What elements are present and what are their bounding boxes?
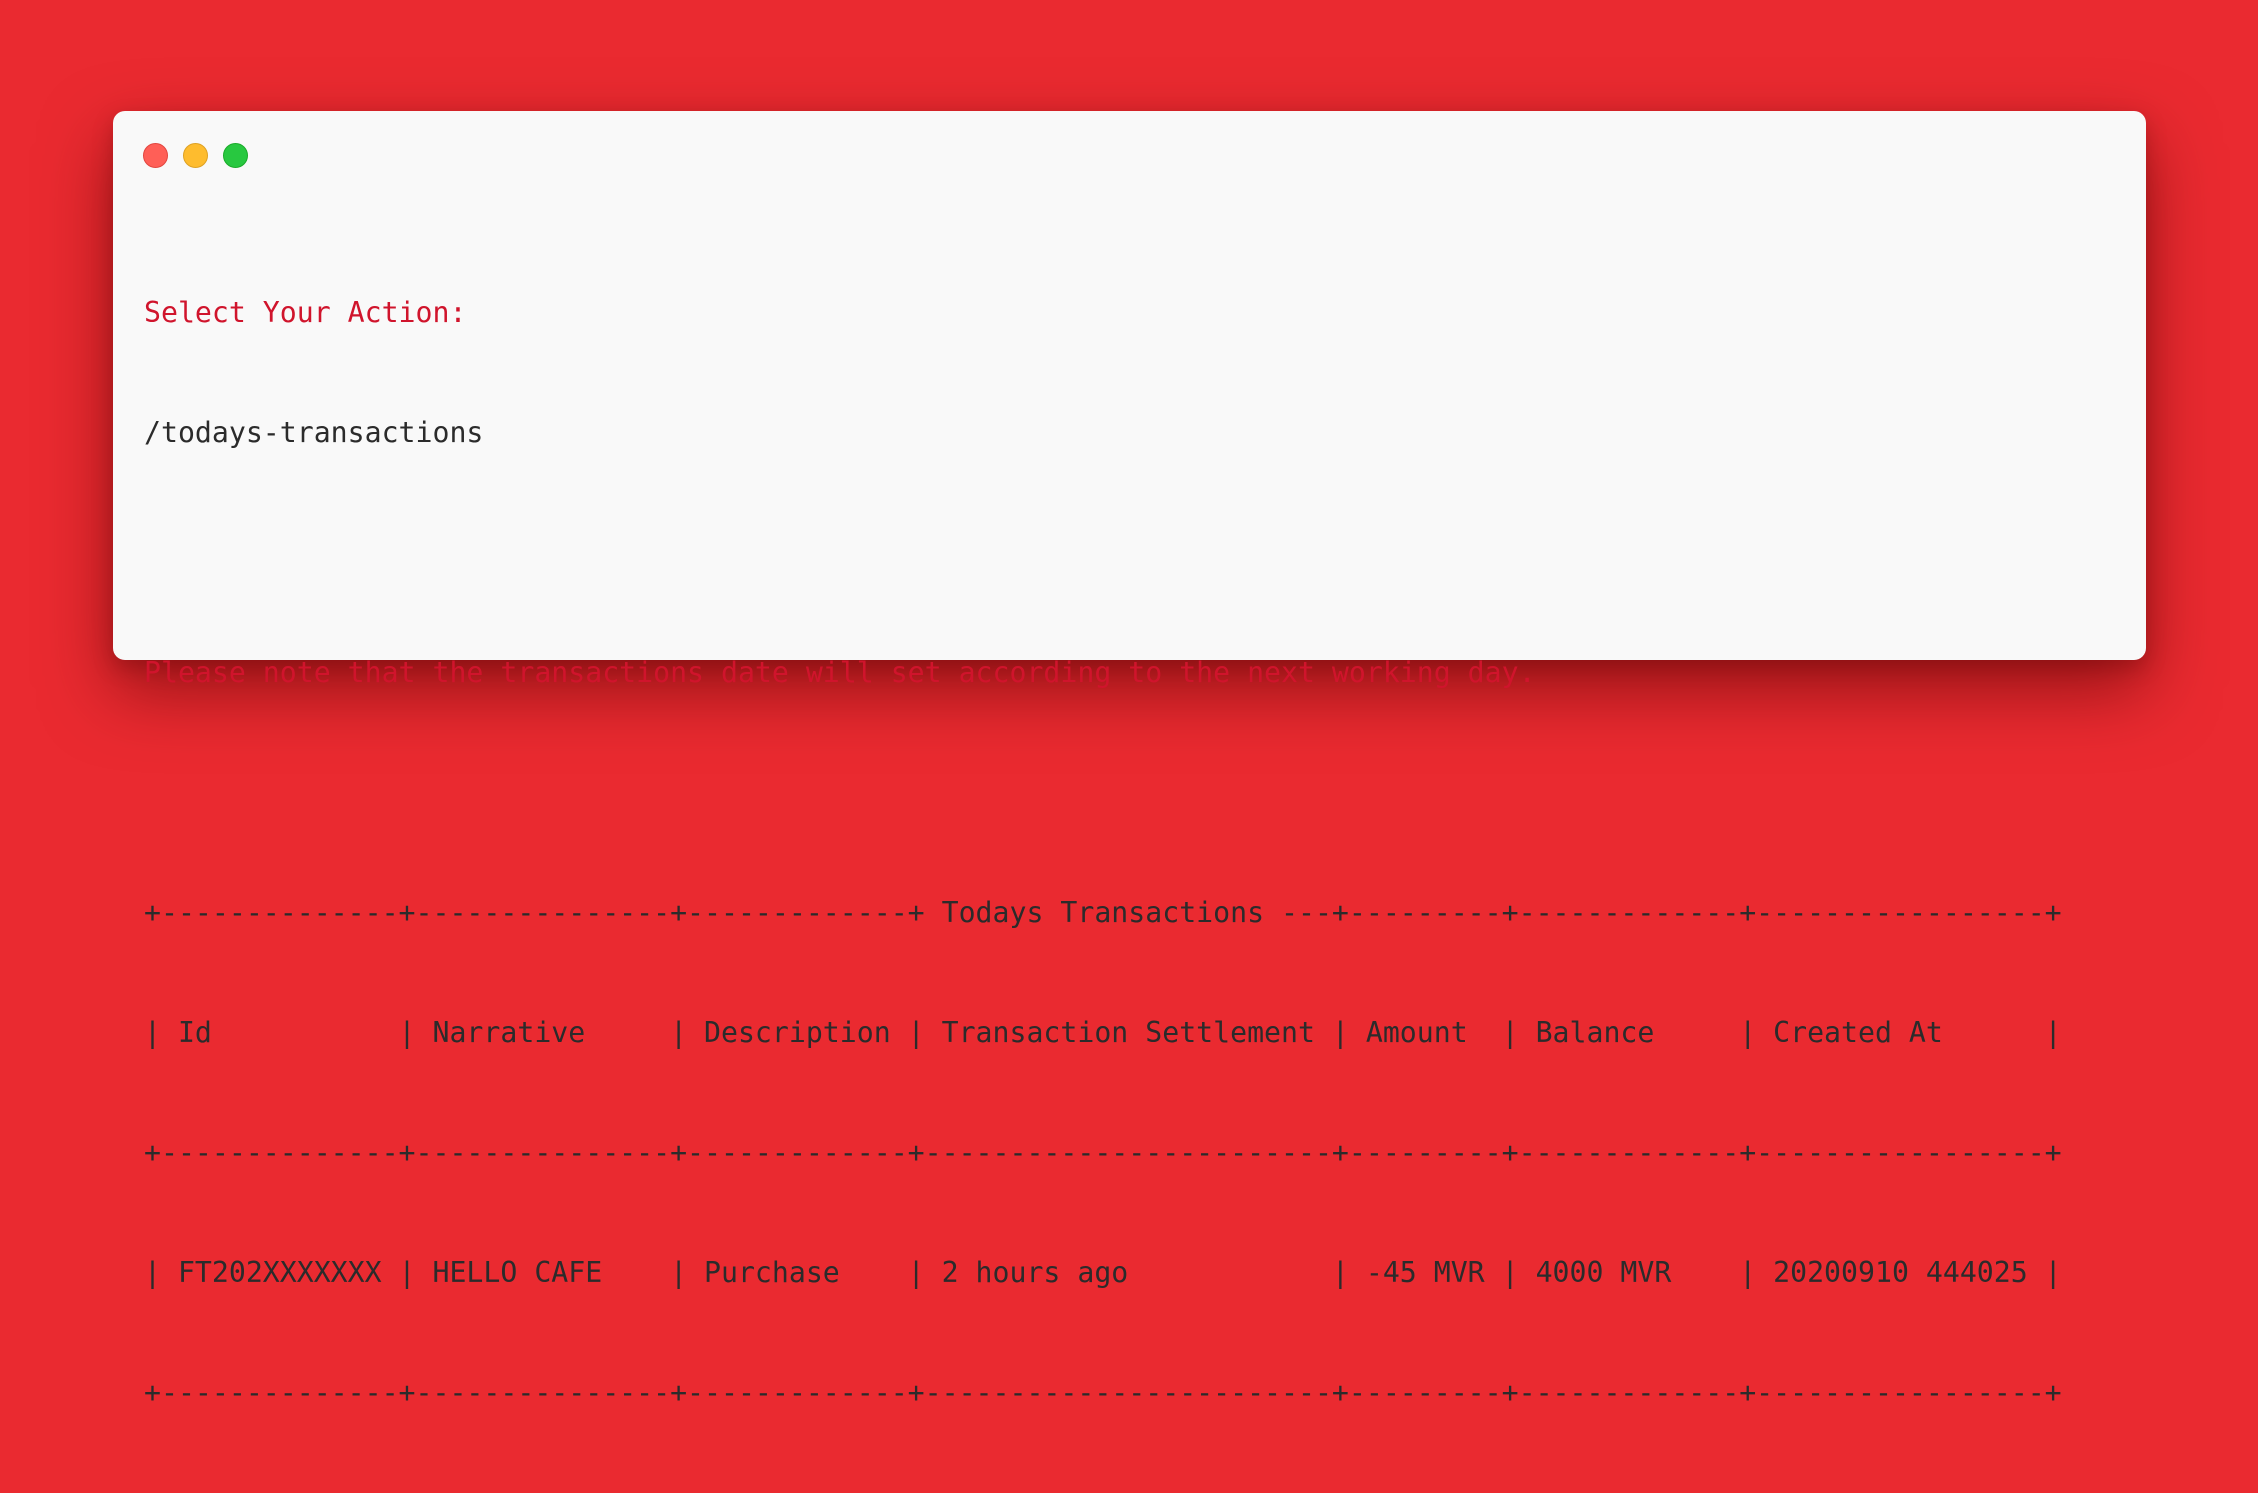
table-top-border: +--------------+---------------+--------… xyxy=(144,896,2062,929)
minimize-button[interactable] xyxy=(183,143,208,168)
window-controls xyxy=(143,143,248,168)
terminal-output: Select Your Action: /todays-transactions… xyxy=(144,213,2062,1493)
terminal-window: Select Your Action: /todays-transactions… xyxy=(113,111,2146,1409)
table-separator: +--------------+---------------+--------… xyxy=(144,1136,2062,1169)
maximize-button[interactable] xyxy=(223,143,248,168)
close-button[interactable] xyxy=(143,143,168,168)
table-bottom-border: +--------------+---------------+--------… xyxy=(144,1376,2062,1409)
action-prompt: Select Your Action: xyxy=(144,296,467,329)
table-header-row: | Id | Narrative | Description | Transac… xyxy=(144,1016,2062,1049)
desktop-background: { "window": { "controls": { "close": "cl… xyxy=(0,0,2258,1409)
notice-message: Please note that the transactions date w… xyxy=(144,656,1536,689)
command-input-line: /todays-transactions xyxy=(144,416,484,449)
table-row: | FT202XXXXXXX | HELLO CAFE | Purchase |… xyxy=(144,1256,2062,1289)
